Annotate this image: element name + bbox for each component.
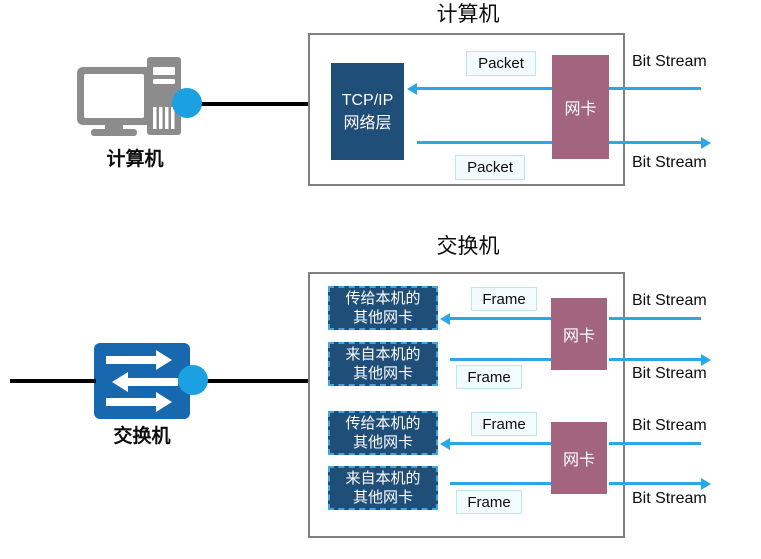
switch-nic2-inbound-bitstream-label: Bit Stream [632,417,707,434]
computer-inbound-flow-line [417,87,552,90]
switch-nic2-inbound-dest-line1: 传给本机的 [345,415,421,432]
switch-nic2-outbound-arrowhead [701,477,711,490]
switch-nic1-inbound-dest-line1: 传给本机的 [345,290,421,307]
computer-outbound-arrowhead [701,136,711,149]
switch-nic2-outbound-frame-tag: Frame [456,490,522,514]
tcpip-box-line1: TCP/IP [341,91,394,109]
computer-inbound-bitstream-label: Bit Stream [632,53,707,70]
computer-network-port-dot [172,88,202,118]
switch-section-title: 交换机 [436,235,500,258]
computer-section-title: 计算机 [436,3,500,26]
computer-outbound-packet-tag: Packet [455,155,525,180]
computer-outbound-flow-line [417,141,552,144]
computer-nic-box: 网卡 [552,55,609,159]
switch-nic1-outbound-src-box: 来自本机的 其他网卡 [328,342,438,386]
switch-nic1-label: 网卡 [562,328,595,345]
switch-nic1-inbound-dest-box: 传给本机的 其他网卡 [328,286,438,330]
switch-nic2-outbound-src-line2: 其他网卡 [352,489,413,506]
switch-nic2-outbound-src-box: 来自本机的 其他网卡 [328,466,438,510]
network-switch-icon [94,343,190,419]
switch-nic1-inbound-frame-tag: Frame [471,287,537,311]
switch-nic2-outbound-flow-line [450,482,551,485]
switch-nic2-inbound-arrowhead [440,437,450,450]
computer-device-label: 计算机 [106,149,164,170]
switch-nic2-outbound-bitstream-label: Bit Stream [632,490,707,507]
switch-nic2-outbound-src-line1: 来自本机的 [345,470,421,487]
switch-nic2-box: 网卡 [551,422,607,494]
computer-outbound-bitstream-label: Bit Stream [632,154,707,171]
switch-nic1-inbound-bitstream-line [609,317,701,320]
switch-nic1-inbound-dest-line2: 其他网卡 [352,309,413,326]
switch-nic1-inbound-flow-line [450,317,551,320]
switch-device-label: 交换机 [113,426,171,447]
diagram-canvas: 计算机 计算机 TCP/IP 网络层 网卡 Packet Bit Stream … [0,0,761,559]
switch-nic1-box: 网卡 [551,298,607,370]
switch-nic1-outbound-frame-tag: Frame [456,365,522,389]
switch-nic2-inbound-flow-line [450,442,551,445]
computer-outbound-bitstream-line [609,141,701,144]
switch-nic1-outbound-src-line1: 来自本机的 [345,346,421,363]
switch-nic2-inbound-bitstream-line [609,442,701,445]
switch-nic2-inbound-dest-box: 传给本机的 其他网卡 [328,411,438,455]
switch-nic2-outbound-bitstream-line [609,482,701,485]
switch-nic1-inbound-bitstream-label: Bit Stream [632,292,707,309]
computer-inbound-arrowhead [407,82,417,95]
computer-nic-label: 网卡 [564,101,597,118]
tcpip-network-layer-box: TCP/IP 网络层 [331,63,404,160]
computer-inbound-bitstream-line [609,87,701,90]
computer-inbound-packet-tag: Packet [466,51,536,76]
switch-nic2-label: 网卡 [562,452,595,469]
switch-nic2-inbound-dest-line2: 其他网卡 [352,434,413,451]
switch-nic1-outbound-src-line2: 其他网卡 [352,365,413,382]
switch-nic1-inbound-arrowhead [440,312,450,325]
tcpip-box-line2: 网络层 [343,114,392,132]
switch-nic2-inbound-frame-tag: Frame [471,412,537,436]
switch-nic1-outbound-flow-line [450,358,551,361]
switch-nic1-outbound-bitstream-label: Bit Stream [632,365,707,382]
switch-left-link-cable [10,379,96,383]
switch-network-port-dot [178,365,208,395]
switch-right-link-cable [196,379,310,383]
switch-nic1-outbound-bitstream-line [609,358,701,361]
computer-link-cable [196,102,310,106]
